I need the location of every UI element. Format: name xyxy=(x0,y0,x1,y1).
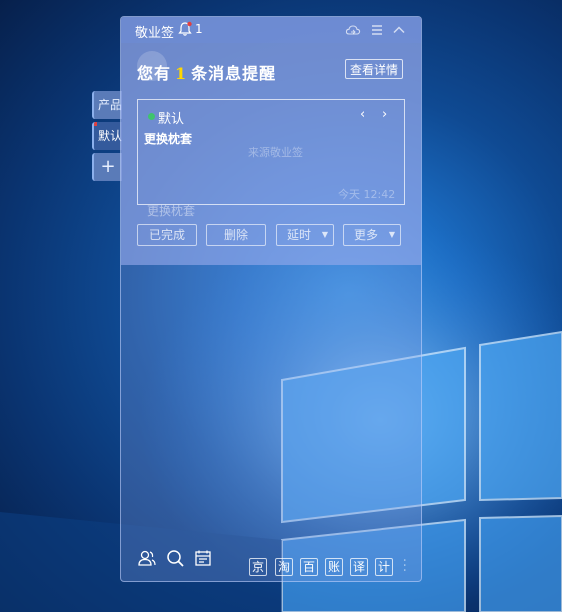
quick-link-baidu[interactable]: 百 xyxy=(300,558,318,576)
contacts-icon[interactable] xyxy=(137,548,157,568)
side-tab-label: 产品 xyxy=(98,98,122,112)
chevron-left-icon[interactable]: ‹ xyxy=(360,107,365,122)
quick-link-taobao[interactable]: 淘 xyxy=(275,558,293,576)
view-details-button[interactable]: 查看详情 xyxy=(345,59,403,79)
dropdown-caret-icon: ▼ xyxy=(321,230,328,239)
more-button-label: 更多 xyxy=(353,228,378,242)
more-vertical-icon[interactable]: · · · xyxy=(403,554,407,578)
message-content: 更换枕套 xyxy=(144,132,193,146)
ghost-source-text: 来源敬业签 xyxy=(248,146,303,159)
snooze-button[interactable]: 延时 ▼ xyxy=(276,224,334,246)
complete-button[interactable]: 已完成 xyxy=(137,224,197,246)
sticky-note-panel: 敬业签 1 您有 1 条消息提醒 查看详情 默认 ‹ › 更换枕套 来源敬业签 … xyxy=(120,16,422,582)
headline-suffix: 条消息提醒 xyxy=(191,64,277,83)
status-dot xyxy=(148,113,155,120)
search-icon[interactable] xyxy=(165,548,185,568)
plus-icon: + xyxy=(100,156,116,177)
delete-button[interactable]: 删除 xyxy=(206,224,266,246)
side-tab-label: 默认 xyxy=(98,129,122,143)
cloud-sync-icon[interactable] xyxy=(345,22,361,38)
reminder-popup: 敬业签 1 您有 1 条消息提醒 查看详情 默认 ‹ › 更换枕套 来源敬业签 … xyxy=(121,17,421,265)
quick-link-jd[interactable]: 京 xyxy=(249,558,267,576)
add-tab-button[interactable]: + xyxy=(92,153,122,181)
more-button[interactable]: 更多 ▼ xyxy=(343,224,401,246)
bottom-toolbar: 京 淘 百 账 译 计 · · · xyxy=(121,539,421,581)
reminder-headline: 您有 1 条消息提醒 xyxy=(137,60,276,84)
dropdown-caret-icon: ▼ xyxy=(388,230,395,239)
complete-button-label: 已完成 xyxy=(148,228,185,242)
quick-link-calculator[interactable]: 计 xyxy=(375,558,393,576)
quick-link-account[interactable]: 账 xyxy=(325,558,343,576)
notification-count: 1 xyxy=(195,22,203,36)
bell-icon[interactable] xyxy=(177,21,193,37)
collapse-up-icon[interactable] xyxy=(391,22,407,38)
title-bar[interactable]: 敬业签 1 xyxy=(121,17,421,43)
reminder-count: 1 xyxy=(175,64,188,83)
headline-prefix: 您有 xyxy=(137,64,172,83)
ghost-time-text: 今天 12:42 xyxy=(338,188,396,201)
side-tab-default[interactable]: 默认 xyxy=(92,122,122,150)
ghost-note-title: 更换枕套 xyxy=(147,204,196,218)
chevron-right-icon[interactable]: › xyxy=(382,107,387,122)
app-title: 敬业签 xyxy=(135,26,175,41)
quick-link-translate[interactable]: 译 xyxy=(350,558,368,576)
calendar-icon[interactable] xyxy=(193,548,213,568)
delete-button-label: 删除 xyxy=(223,228,248,242)
menu-icon[interactable] xyxy=(369,22,385,38)
message-category: 默认 xyxy=(158,112,185,127)
snooze-button-label: 延时 xyxy=(286,228,311,242)
message-card[interactable]: 默认 ‹ › 更换枕套 来源敬业签 今天 12:42 xyxy=(137,99,405,205)
side-tab-product[interactable]: 产品 xyxy=(92,91,122,119)
